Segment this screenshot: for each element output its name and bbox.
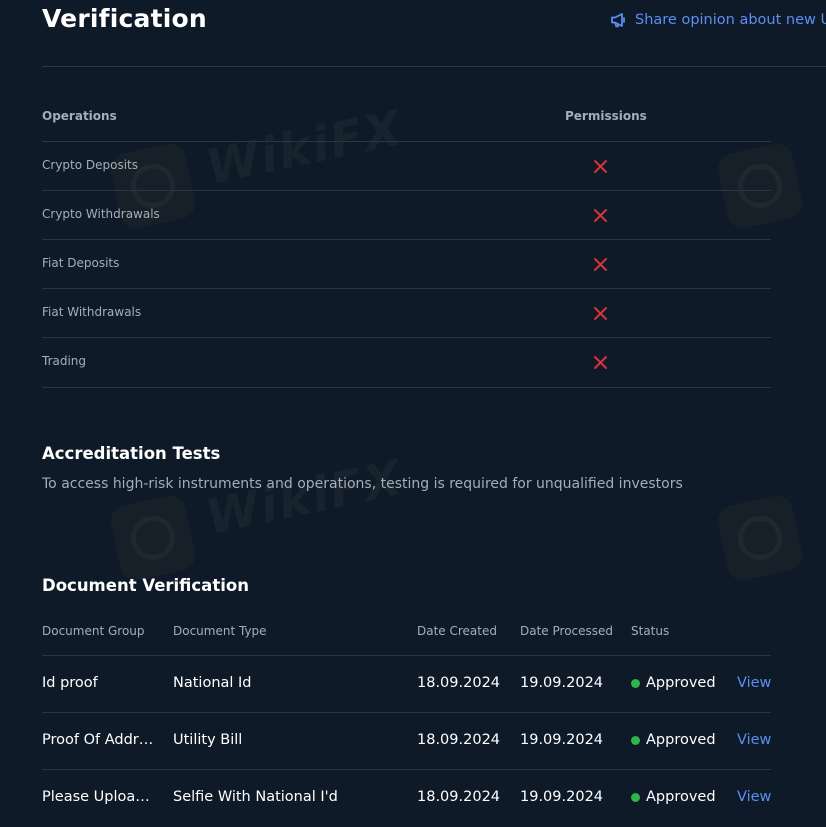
table-divider — [42, 712, 771, 713]
x-icon — [594, 258, 607, 271]
date-created-cell: 18.09.2024 — [417, 732, 501, 748]
status-dot-icon — [631, 678, 640, 688]
document-group-cell: Please Uploa… — [42, 789, 150, 805]
watermark-logo-icon — [714, 492, 806, 584]
view-button[interactable]: View — [737, 789, 771, 805]
date-processed-cell: 19.09.2024 — [520, 675, 604, 691]
document-group-header: Document Group — [42, 624, 145, 638]
permission-row: Fiat Deposits — [42, 239, 771, 289]
status-badge: Approved — [631, 732, 716, 748]
x-icon — [594, 160, 607, 173]
verification-page: WikiFX WikiFX Verification Share opinion… — [0, 0, 826, 827]
permission-row: Crypto Deposits — [42, 141, 771, 191]
operation-label: Crypto Withdrawals — [42, 207, 160, 221]
operation-label: Fiat Deposits — [42, 256, 120, 270]
operation-label: Fiat Withdrawals — [42, 305, 142, 319]
date-processed-cell: 19.09.2024 — [520, 732, 604, 748]
watermark-logo-icon — [107, 492, 199, 584]
document-verification-title: Document Verification — [42, 576, 249, 595]
date-created-cell: 18.09.2024 — [417, 789, 501, 805]
watermark-text: WikiFX — [201, 449, 409, 547]
status-dot-icon — [631, 792, 640, 802]
page-title: Verification — [42, 4, 207, 33]
table-divider — [42, 769, 771, 770]
operation-label: Crypto Deposits — [42, 158, 139, 172]
share-opinion-link[interactable]: Share opinion about new UI — [610, 12, 826, 28]
status-label: Approved — [646, 789, 716, 805]
status-badge: Approved — [631, 675, 716, 691]
date-created-cell: 18.09.2024 — [417, 675, 501, 691]
table-divider — [42, 655, 771, 656]
x-icon — [594, 307, 607, 320]
watermark: WikiFX WikiFX — [0, 0, 826, 827]
status-label: Approved — [646, 732, 716, 748]
permission-row: Fiat Withdrawals — [42, 288, 771, 338]
status-badge: Approved — [631, 789, 716, 805]
document-group-cell: Proof Of Addr… — [42, 732, 154, 748]
accreditation-title: Accreditation Tests — [42, 444, 221, 463]
status-label: Approved — [646, 675, 716, 691]
view-button[interactable]: View — [737, 675, 771, 691]
header-divider — [42, 66, 826, 67]
operations-header: Operations — [42, 109, 117, 123]
status-dot-icon — [631, 735, 640, 745]
document-group-cell: Id proof — [42, 675, 98, 691]
share-opinion-label: Share opinion about new UI — [635, 12, 826, 28]
permissions-header: Permissions — [565, 109, 647, 123]
x-icon — [594, 356, 607, 369]
view-button[interactable]: View — [737, 732, 771, 748]
permission-row: Trading — [42, 337, 771, 388]
document-type-cell: Utility Bill — [173, 732, 243, 748]
status-header: Status — [631, 624, 670, 638]
document-type-header: Document Type — [173, 624, 267, 638]
date-processed-cell: 19.09.2024 — [520, 789, 604, 805]
permission-row: Crypto Withdrawals — [42, 190, 771, 240]
accreditation-description: To access high-risk instruments and oper… — [42, 476, 683, 492]
date-processed-header: Date Processed — [520, 624, 614, 638]
document-type-cell: Selfie With National I'd — [173, 789, 338, 805]
date-created-header: Date Created — [417, 624, 497, 638]
document-type-cell: National Id — [173, 675, 252, 691]
megaphone-icon — [610, 12, 627, 28]
operation-label: Trading — [42, 354, 87, 368]
x-icon — [594, 209, 607, 222]
